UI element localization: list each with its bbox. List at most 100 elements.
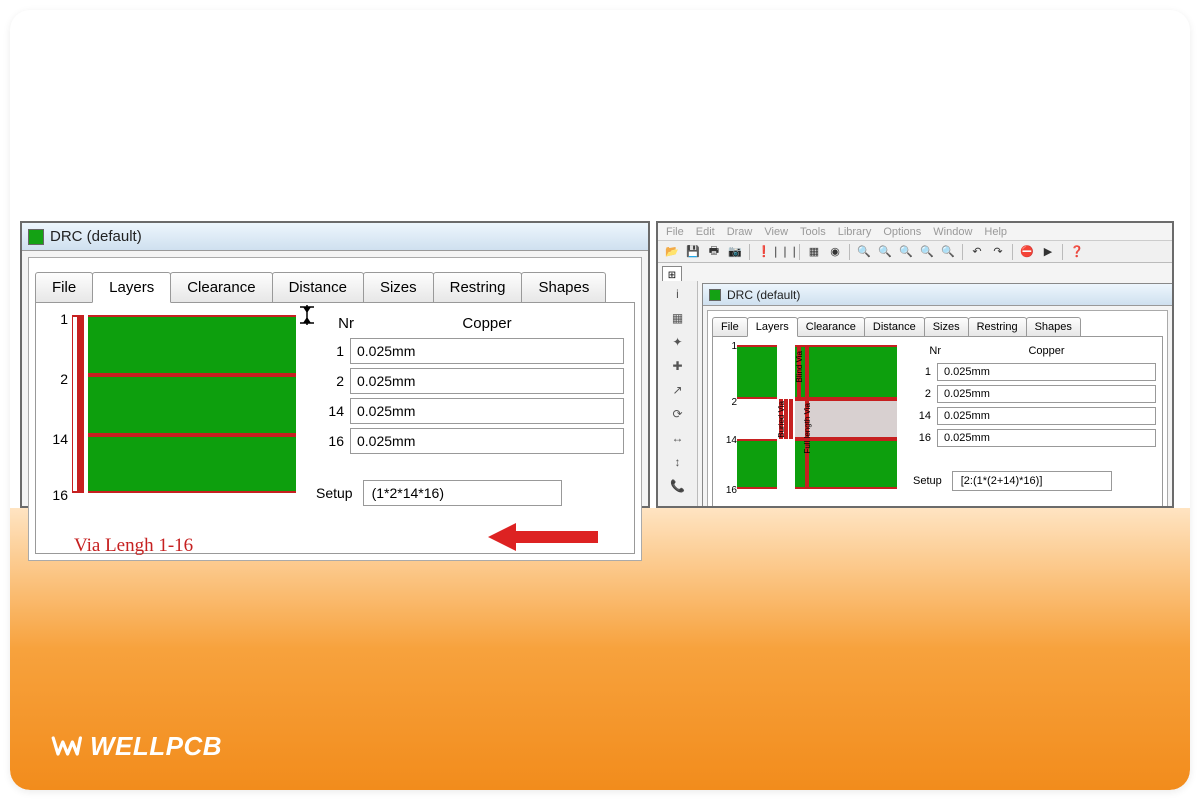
copper-input[interactable]: [350, 368, 624, 394]
brand-logo: WELLPCB: [50, 730, 222, 762]
table-row: 1: [314, 338, 624, 364]
menu-item[interactable]: Edit: [696, 226, 715, 238]
tool-icon[interactable]: ↗: [662, 379, 694, 401]
row-nr: 2: [314, 373, 350, 389]
help-icon[interactable]: ❓: [1067, 243, 1087, 261]
right-layer-table: Nr Copper 1 2 14 16 Setup: [911, 343, 1156, 508]
left-titlebar: DRC (default): [22, 223, 648, 251]
setup-label: Setup: [316, 485, 353, 501]
row-nr: 1: [911, 366, 937, 378]
zoom-redraw-icon[interactable]: 🔍: [917, 243, 937, 261]
tab-layers[interactable]: Layers: [92, 272, 171, 303]
zoom-select-icon[interactable]: 🔍: [938, 243, 958, 261]
tab-file[interactable]: File: [712, 317, 748, 336]
row-nr: 16: [911, 432, 937, 444]
menu-item[interactable]: Tools: [800, 226, 826, 238]
mark-icon[interactable]: ◉: [825, 243, 845, 261]
copper-input[interactable]: [937, 407, 1156, 425]
copper-input[interactable]: [937, 385, 1156, 403]
tool-icon[interactable]: i: [662, 283, 694, 305]
camera-icon[interactable]: 📷: [725, 243, 745, 261]
tab-clearance[interactable]: Clearance: [170, 272, 272, 302]
print-icon[interactable]: 🖶: [704, 243, 724, 261]
layer-mark: 14: [46, 431, 68, 447]
menu-item[interactable]: Help: [984, 226, 1007, 238]
layer-mark: 16: [715, 485, 737, 496]
save-icon[interactable]: 💾: [683, 243, 703, 261]
redo-icon[interactable]: ↷: [988, 243, 1008, 261]
layers-icon[interactable]: ❘❘❘: [775, 243, 795, 261]
tool-icon[interactable]: ↕: [662, 451, 694, 473]
tab-restring[interactable]: Restring: [433, 272, 523, 302]
tool-icon[interactable]: ✦: [662, 331, 694, 353]
table-row: 1: [911, 363, 1156, 381]
tab-distance[interactable]: Distance: [864, 317, 925, 336]
left-tab-body: 1 2 14 16 Nr: [35, 302, 635, 554]
row-nr: 14: [911, 410, 937, 422]
table-row: 14: [911, 407, 1156, 425]
tool-icon[interactable]: 📞: [662, 475, 694, 497]
right-tool-palette: i ▦ ✦ ✚ ↗ ⟳ ↔ ↕ 📞: [658, 281, 698, 508]
setup-input[interactable]: [363, 480, 562, 506]
tab-sizes[interactable]: Sizes: [363, 272, 434, 302]
left-stackup: 1 2 14 16: [46, 313, 296, 543]
drc-app-icon: [709, 289, 721, 301]
tab-sizes[interactable]: Sizes: [924, 317, 969, 336]
zoom-fit-icon[interactable]: 🔍: [854, 243, 874, 261]
row-nr: 2: [911, 388, 937, 400]
setup-input[interactable]: [952, 471, 1112, 491]
setup-label: Setup: [913, 475, 942, 487]
tab-restring[interactable]: Restring: [968, 317, 1027, 336]
row-nr: 14: [314, 403, 350, 419]
tab-shapes[interactable]: Shapes: [1026, 317, 1081, 336]
copper-header: Copper: [354, 315, 620, 332]
open-icon[interactable]: 📂: [662, 243, 682, 261]
tool-icon[interactable]: ⟳: [662, 403, 694, 425]
copper-input[interactable]: [350, 428, 624, 454]
tool-icon[interactable]: ▦: [662, 307, 694, 329]
layer-mark: 2: [46, 371, 68, 387]
tab-layers[interactable]: Layers: [747, 317, 798, 337]
row-nr: 16: [314, 433, 350, 449]
full-via-label: Full length Via: [803, 403, 812, 454]
layer-mark: 2: [715, 397, 737, 408]
tool-icon[interactable]: ✚: [662, 355, 694, 377]
nr-header: Nr: [318, 315, 354, 332]
menu-item[interactable]: File: [666, 226, 684, 238]
undo-icon[interactable]: ↶: [967, 243, 987, 261]
stop-icon[interactable]: ⛔: [1017, 243, 1037, 261]
table-row: 2: [314, 368, 624, 394]
right-toolbar: 📂 💾 🖶 📷 ❗ ❘❘❘ ▦ ◉ 🔍 🔍 🔍 🔍 🔍 ↶ ↷: [658, 241, 1172, 263]
right-sub-titlebar: DRC (default): [703, 284, 1172, 306]
brand-text: WELLPCB: [90, 731, 222, 762]
nr-header: Nr: [915, 345, 941, 357]
tab-shapes[interactable]: Shapes: [521, 272, 606, 302]
zoom-in-icon[interactable]: 🔍: [875, 243, 895, 261]
menu-item[interactable]: View: [764, 226, 788, 238]
table-row: 16: [314, 428, 624, 454]
layer-mark: 16: [46, 487, 68, 503]
copper-input[interactable]: [937, 429, 1156, 447]
menu-item[interactable]: Library: [838, 226, 872, 238]
right-title: DRC (default): [727, 288, 800, 302]
table-row: 2: [911, 385, 1156, 403]
table-row: 14: [314, 398, 624, 424]
copper-input[interactable]: [350, 398, 624, 424]
display-icon[interactable]: ▦: [804, 243, 824, 261]
right-sub-window: DRC (default) File Layers Clearance Dist…: [702, 283, 1172, 508]
copper-input[interactable]: [350, 338, 624, 364]
tool-icon[interactable]: ↔: [662, 427, 694, 449]
menu-item[interactable]: Draw: [727, 226, 753, 238]
copper-input[interactable]: [937, 363, 1156, 381]
logo-mark-icon: [50, 730, 82, 762]
left-tabs: File Layers Clearance Distance Sizes Res…: [35, 272, 635, 302]
menu-item[interactable]: Window: [933, 226, 972, 238]
layer-mark: 14: [715, 435, 737, 446]
go-icon[interactable]: ▶: [1038, 243, 1058, 261]
tab-distance[interactable]: Distance: [272, 272, 364, 302]
tab-clearance[interactable]: Clearance: [797, 317, 865, 336]
menu-item[interactable]: Options: [883, 226, 921, 238]
red-arrow-icon: [488, 523, 598, 551]
tab-file[interactable]: File: [35, 272, 93, 302]
zoom-out-icon[interactable]: 🔍: [896, 243, 916, 261]
